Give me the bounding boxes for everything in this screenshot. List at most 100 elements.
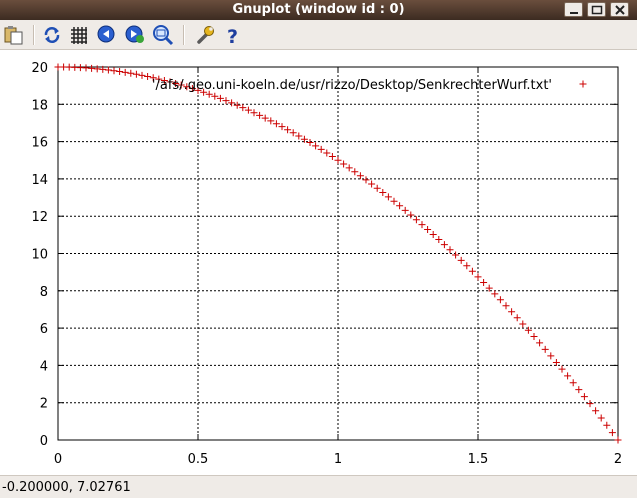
x-tick-label: 0.5 xyxy=(188,452,209,467)
data-point xyxy=(547,352,555,360)
data-point xyxy=(452,251,460,259)
window-titlebar: Gnuplot (window id : 0) xyxy=(0,0,637,20)
data-point xyxy=(429,230,437,238)
data-point xyxy=(496,296,504,304)
data-point xyxy=(519,320,527,328)
svg-text:?: ? xyxy=(227,26,238,47)
data-point xyxy=(401,206,409,214)
legend-marker xyxy=(579,80,587,88)
y-tick-label: 14 xyxy=(31,173,48,188)
data-point xyxy=(440,241,448,249)
plot-area[interactable]: 0 0.5 1 1.5 2 0 2 4 6 8 10 12 14 16 18 20 '/afs/.geo.uni… xyxy=(0,50,637,475)
toolbar: ? xyxy=(0,20,637,50)
clipboard-icon xyxy=(4,26,23,45)
x-tick-label: 2 xyxy=(614,452,622,467)
data-point xyxy=(289,129,297,137)
data-point xyxy=(468,267,476,275)
data-point xyxy=(127,69,135,77)
data-point xyxy=(580,393,588,401)
legend-label: '/afs/.geo.uni-koeln.de/usr/rizzo/Deskto… xyxy=(152,78,552,93)
y-tick-label: 20 xyxy=(31,61,48,76)
data-point xyxy=(575,386,583,394)
data-point xyxy=(306,139,314,147)
data-point xyxy=(295,132,303,140)
toolbar-separator xyxy=(33,25,35,45)
data-point xyxy=(463,262,471,270)
y-tick-label: 10 xyxy=(31,248,48,263)
data-point xyxy=(530,332,538,340)
data-point xyxy=(368,180,376,188)
copy-clipboard-button[interactable] xyxy=(2,23,26,47)
data-point xyxy=(457,256,465,264)
data-point xyxy=(121,68,129,76)
data-point xyxy=(564,372,572,380)
y-tick-label: 0 xyxy=(40,434,48,449)
y-tick-label: 4 xyxy=(40,359,48,374)
data-point xyxy=(435,235,443,243)
y-tick-label: 8 xyxy=(40,285,48,300)
data-point xyxy=(323,149,331,157)
y-tick-label: 16 xyxy=(31,136,48,151)
data-point xyxy=(592,407,600,415)
grid-button[interactable] xyxy=(67,23,91,47)
magnifier-icon xyxy=(153,25,174,46)
next-zoom-button[interactable] xyxy=(123,23,147,47)
data-point xyxy=(396,202,404,210)
y-tick-label: 6 xyxy=(40,322,48,337)
data-point xyxy=(586,400,594,408)
data-point xyxy=(328,153,336,161)
grid-icon xyxy=(71,27,87,44)
maximize-button[interactable] xyxy=(587,2,606,17)
data-point xyxy=(110,67,118,75)
data-point xyxy=(536,339,544,347)
toolbar-separator xyxy=(183,25,185,45)
data-point xyxy=(508,308,516,316)
data-point xyxy=(608,429,616,437)
data-point xyxy=(491,290,499,298)
replot-button[interactable] xyxy=(40,23,64,47)
data-point xyxy=(132,70,140,78)
data-point xyxy=(407,211,415,219)
minimize-button[interactable] xyxy=(564,2,583,17)
close-button[interactable] xyxy=(610,2,629,17)
data-point xyxy=(312,142,320,150)
data-point xyxy=(446,246,454,254)
data-point xyxy=(351,168,359,176)
x-tick-label: 1 xyxy=(334,452,342,467)
data-point xyxy=(474,273,482,281)
data-point xyxy=(144,73,152,81)
gnuplot-chart: 0 0.5 1 1.5 202468101214161820'/afs/.geo.uni… xyxy=(31,61,622,467)
data-point xyxy=(362,176,370,184)
data-point xyxy=(597,414,605,422)
data-point xyxy=(334,156,342,164)
data-point xyxy=(345,164,353,172)
x-tick-label: 1.5 xyxy=(468,452,489,467)
y-tick-label: 2 xyxy=(40,397,48,412)
zoom-previous-icon xyxy=(97,25,115,43)
data-point xyxy=(390,197,398,205)
data-point xyxy=(558,365,566,373)
data-point xyxy=(569,379,577,387)
data-point xyxy=(480,278,488,286)
refresh-icon xyxy=(44,27,60,43)
help-icon: ? xyxy=(227,26,238,47)
settings-button[interactable] xyxy=(193,23,217,47)
window-title: Gnuplot (window id : 0) xyxy=(232,2,405,17)
data-point xyxy=(603,421,611,429)
data-point xyxy=(104,66,112,74)
data-point xyxy=(418,221,426,229)
data-point xyxy=(116,68,124,76)
data-point xyxy=(284,126,292,134)
autoscale-button[interactable] xyxy=(151,23,175,47)
help-button[interactable]: ? xyxy=(221,23,245,47)
data-point xyxy=(513,314,521,322)
data-point xyxy=(614,436,622,444)
data-point xyxy=(379,188,387,196)
previous-zoom-button[interactable] xyxy=(95,23,119,47)
data-point xyxy=(502,302,510,310)
mouse-coordinates: -0.200000, 7.02761 xyxy=(2,480,131,495)
status-bar: -0.200000, 7.02761 xyxy=(0,475,637,498)
data-point xyxy=(373,184,381,192)
data-point xyxy=(340,160,348,168)
data-point xyxy=(356,172,364,180)
